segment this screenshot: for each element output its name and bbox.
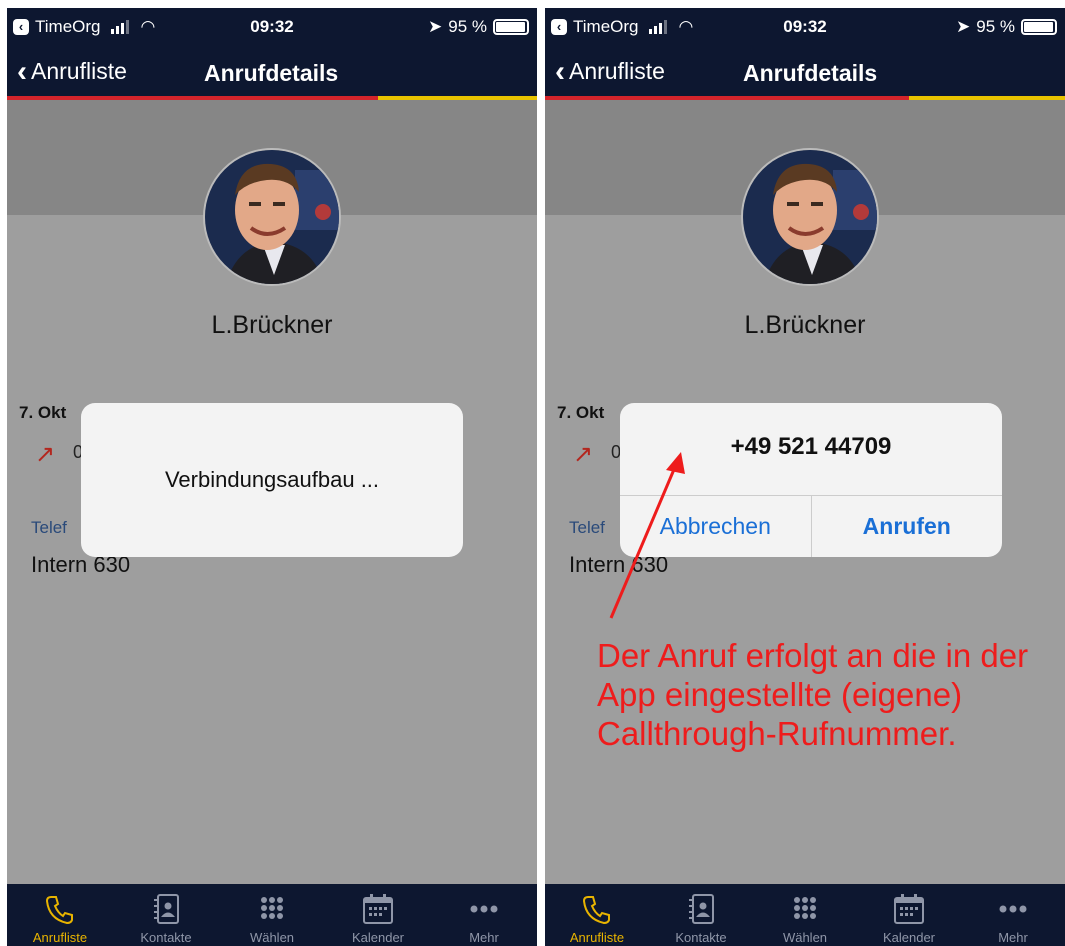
tab-label: Mehr xyxy=(469,930,499,945)
tab-label: Wählen xyxy=(782,930,828,945)
tab-kalender[interactable]: Kalender xyxy=(325,884,431,946)
contacts-icon xyxy=(154,894,179,924)
call-date: 7. Okt xyxy=(19,403,67,422)
battery-percent: 95 % xyxy=(448,17,487,36)
signal-icon xyxy=(648,20,667,34)
phone-icon xyxy=(582,896,610,925)
tab-kontakte[interactable]: Kontakte xyxy=(113,884,219,946)
call-date: 7. Okt xyxy=(557,403,605,422)
connecting-text: Verbindungsaufbau ... xyxy=(164,467,380,492)
tab-bar: Anrufliste Kontakte Wählen Kalender Mehr xyxy=(545,884,1065,946)
wifi-icon: ◠ xyxy=(678,17,694,36)
calendar-icon xyxy=(894,894,924,924)
phone-label: Telef xyxy=(569,518,605,537)
tab-label: Anrufliste xyxy=(569,930,625,945)
wifi-icon: ◠ xyxy=(140,17,156,36)
back-to-app-icon[interactable]: ‹ xyxy=(13,19,29,35)
back-button[interactable]: ‹ Anrufliste xyxy=(555,54,665,88)
dialog-buttons: Abbrechen Anrufen xyxy=(620,495,1002,557)
outgoing-call-icon: ↗ xyxy=(35,441,56,468)
more-icon xyxy=(470,905,498,913)
more-icon xyxy=(999,905,1027,913)
tab-label: Anrufliste xyxy=(32,930,88,945)
nav-bar: ‹ Anrufliste Anrufdetails xyxy=(7,48,537,96)
battery-percent: 95 % xyxy=(976,17,1015,36)
carrier-name: TimeOrg xyxy=(573,17,639,36)
keypad-icon xyxy=(794,897,816,919)
nav-bar: ‹ Anrufliste Anrufdetails xyxy=(545,48,1065,96)
back-button[interactable]: ‹ Anrufliste xyxy=(17,54,127,88)
avatar xyxy=(741,148,879,286)
dialog-phone-number: +49 521 44709 xyxy=(730,433,892,460)
location-icon: ➤ xyxy=(428,17,443,36)
chevron-left-icon: ‹ xyxy=(17,54,27,88)
avatar xyxy=(203,148,341,286)
chevron-left-icon: ‹ xyxy=(555,54,565,88)
tab-mehr[interactable]: Mehr xyxy=(961,884,1065,946)
annotation-text: Der Anruf erfolgt an die in der App eing… xyxy=(597,637,1029,752)
location-icon: ➤ xyxy=(956,17,971,36)
tab-bar: Anrufliste Kontakte Wählen Kalender Mehr xyxy=(7,884,537,946)
carrier-name: TimeOrg xyxy=(35,17,101,36)
keypad-icon xyxy=(261,897,283,919)
outgoing-call-icon: ↗ xyxy=(573,441,594,468)
contact-name: L.Brückner xyxy=(744,311,866,339)
call-button[interactable]: Anrufen xyxy=(812,496,1003,557)
tab-label: Wählen xyxy=(249,930,295,945)
page-title: Anrufdetails xyxy=(204,60,339,86)
battery-icon xyxy=(493,19,529,35)
call-confirm-dialog: +49 521 44709 Abbrechen Anrufen xyxy=(620,403,1002,557)
tab-kalender[interactable]: Kalender xyxy=(857,884,961,946)
tab-label: Kontakte xyxy=(675,930,727,945)
contacts-icon xyxy=(689,894,714,924)
cancel-button[interactable]: Abbrechen xyxy=(620,496,811,557)
tab-waehlen[interactable]: Wählen xyxy=(753,884,857,946)
status-right: ➤ 95 % xyxy=(956,17,1057,37)
phone-icon xyxy=(45,896,73,925)
back-label: Anrufliste xyxy=(31,58,127,84)
status-bar: ‹ TimeOrg ◠ 09:32 ➤ 95 % xyxy=(545,8,1065,48)
carrier-info: ‹ TimeOrg ◠ xyxy=(13,17,155,37)
tab-label: Kontakte xyxy=(140,930,192,945)
tab-anrufliste[interactable]: Anrufliste xyxy=(7,884,113,946)
status-bar: ‹ TimeOrg ◠ 09:32 ➤ 95 % xyxy=(7,8,537,48)
tab-kontakte[interactable]: Kontakte xyxy=(649,884,753,946)
battery-icon xyxy=(1021,19,1057,35)
calendar-icon xyxy=(363,894,393,924)
tab-waehlen[interactable]: Wählen xyxy=(219,884,325,946)
back-to-app-icon[interactable]: ‹ xyxy=(551,19,567,35)
status-right: ➤ 95 % xyxy=(428,17,529,37)
back-label: Anrufliste xyxy=(569,58,665,84)
phone-label: Telef xyxy=(31,518,67,537)
connecting-dialog: Verbindungsaufbau ... xyxy=(81,403,463,557)
carrier-info: ‹ TimeOrg ◠ xyxy=(551,17,693,37)
tab-anrufliste[interactable]: Anrufliste xyxy=(545,884,649,946)
tab-label: Mehr xyxy=(998,930,1028,945)
page-title: Anrufdetails xyxy=(743,60,878,86)
contact-photo xyxy=(743,150,877,284)
tab-label: Kalender xyxy=(351,930,405,945)
contact-photo xyxy=(205,150,339,284)
phone-screen-left: ‹ TimeOrg ◠ 09:32 ➤ 95 % ‹ Anrufliste An… xyxy=(7,8,537,946)
signal-icon xyxy=(110,20,129,34)
phone-screen-right: ‹ TimeOrg ◠ 09:32 ➤ 95 % ‹ Anrufliste An… xyxy=(545,8,1065,946)
tab-mehr[interactable]: Mehr xyxy=(431,884,537,946)
contact-name: L.Brückner xyxy=(211,311,333,339)
tab-label: Kalender xyxy=(882,930,936,945)
